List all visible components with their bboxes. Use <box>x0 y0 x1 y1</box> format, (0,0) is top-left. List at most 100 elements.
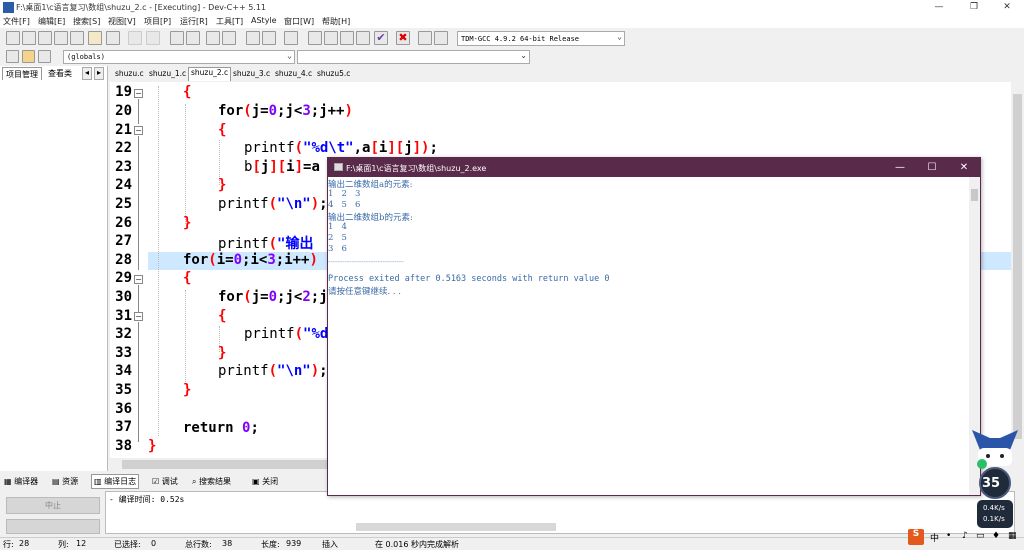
status-mode: 插入 <box>322 540 338 549</box>
search-icon: ⌕ <box>192 477 197 486</box>
open-project-icon[interactable] <box>22 50 35 63</box>
menu-run[interactable]: 运行[R] <box>180 16 208 27</box>
stop-button[interactable]: 中止 <box>6 497 100 514</box>
punctuation-icon[interactable]: • <box>946 531 951 541</box>
tab-close[interactable]: ▣ 关闭 <box>252 476 278 487</box>
tab-resources[interactable]: ▤ 资源 <box>52 476 78 487</box>
menu-edit[interactable]: 编辑[E] <box>38 16 65 27</box>
compile-time-text: - 编译时间: 0.52s <box>109 495 185 504</box>
open-file-icon[interactable] <box>22 31 36 45</box>
function-select[interactable]: ⌄ <box>297 50 530 64</box>
editor-vertical-scrollbar[interactable] <box>1011 82 1024 458</box>
line-number: 21 <box>115 122 132 138</box>
tab-file[interactable]: shuzu_1.c <box>147 69 188 81</box>
tab-class-view[interactable]: 查看类 <box>45 67 75 80</box>
goto-icon[interactable] <box>206 31 220 45</box>
redo-icon[interactable] <box>146 31 160 45</box>
fold-marker-icon[interactable]: − <box>134 275 143 284</box>
close-file-icon[interactable] <box>70 31 84 45</box>
tab-project-manager[interactable]: 项目管理 <box>2 67 42 80</box>
keyboard-icon[interactable]: ▭ <box>976 531 985 541</box>
replace-icon[interactable] <box>186 31 200 45</box>
compiler-select[interactable]: TDM-GCC 4.9.2 64-bit Release ⌄ <box>457 31 625 46</box>
tab-file[interactable]: shuzu.c <box>113 69 146 81</box>
console-maximize-button[interactable]: ☐ <box>916 159 948 176</box>
secondary-log-button[interactable] <box>6 519 100 534</box>
globals-select[interactable]: (globals) ⌄ <box>63 50 295 64</box>
tab-scroll-left-icon[interactable]: ◂ <box>82 67 93 80</box>
close-all-icon[interactable] <box>88 31 102 45</box>
sogou-ime-icon[interactable]: S <box>908 529 924 545</box>
menu-view[interactable]: 视图[V] <box>108 16 136 27</box>
tab-file[interactable]: shuzu_4.c <box>273 69 314 81</box>
project-options-icon[interactable] <box>38 50 51 63</box>
menu-tools[interactable]: 工具[T] <box>216 16 243 27</box>
project-panel: 项目管理 查看类 ◂ ▸ <box>0 66 108 471</box>
tab-scroll-right-icon[interactable]: ▸ <box>94 67 105 80</box>
menu-search[interactable]: 搜索[S] <box>73 16 100 27</box>
toggle-comment-icon[interactable] <box>284 31 298 45</box>
window-title: F:\桌面1\c语言复习\数组\shuzu_2.c - [Executing] … <box>16 3 267 12</box>
console-line: 请按任意键继续. . . <box>328 287 402 297</box>
tab-search-results[interactable]: ⌕ 搜索结果 <box>192 476 231 487</box>
menu-file[interactable]: 文件[F] <box>3 16 30 27</box>
scroll-thumb[interactable] <box>1013 94 1022 439</box>
menu-help[interactable]: 帮助[H] <box>322 16 350 27</box>
console-window[interactable]: F:\桌面1\c语言复习\数组\shuzu_2.exe — ☐ ✕ 输出二维数组… <box>327 157 981 496</box>
minimize-button[interactable]: — <box>922 0 956 15</box>
undo-icon[interactable] <box>128 31 142 45</box>
chevron-down-icon: ⌄ <box>287 51 292 60</box>
unindent-icon[interactable] <box>262 31 276 45</box>
code-line: printf("%d\t",a[i][j]); <box>244 140 438 156</box>
rebuild-icon[interactable] <box>356 31 370 45</box>
menu-astyle[interactable]: AStyle <box>251 16 277 25</box>
run-icon[interactable] <box>324 31 338 45</box>
mic-icon[interactable]: ♪ <box>962 531 968 541</box>
ime-mode-icon[interactable]: 中 <box>930 531 939 544</box>
log-scroll-thumb[interactable] <box>356 523 556 531</box>
tab-file[interactable]: shuzu5.c <box>315 69 352 81</box>
new-project-icon[interactable] <box>6 50 19 63</box>
fold-marker-icon[interactable]: − <box>134 89 143 98</box>
fold-marker-icon[interactable]: − <box>134 312 143 321</box>
compile-icon[interactable] <box>308 31 322 45</box>
console-title: F:\桌面1\c语言复习\数组\shuzu_2.exe <box>346 164 487 173</box>
save-icon[interactable] <box>38 31 52 45</box>
check-icon: ☑ <box>152 477 160 486</box>
indent-icon[interactable] <box>246 31 260 45</box>
code-line: } <box>218 177 227 193</box>
fold-marker-icon[interactable]: − <box>134 126 143 135</box>
tab-file[interactable]: shuzu_3.c <box>231 69 272 81</box>
console-minimize-button[interactable]: — <box>884 159 916 176</box>
code-line: } <box>218 345 227 361</box>
close-window-button[interactable]: ✕ <box>990 0 1024 15</box>
console-scroll-thumb[interactable] <box>971 189 978 201</box>
find-icon[interactable] <box>170 31 184 45</box>
line-number: 29 <box>115 270 132 286</box>
profile-icon[interactable] <box>418 31 432 45</box>
tab-debug[interactable]: ☑ 调试 <box>152 476 178 487</box>
save-all-icon[interactable] <box>54 31 68 45</box>
maximize-button[interactable]: ❐ <box>957 0 991 15</box>
network-gadget[interactable]: 35 0.4K/s 0.1K/s <box>970 428 1020 534</box>
stop-execution-icon[interactable]: ✖ <box>396 31 410 45</box>
console-title-bar[interactable]: F:\桌面1\c语言复习\数组\shuzu_2.exe — ☐ ✕ <box>328 158 980 177</box>
compile-run-icon[interactable] <box>340 31 354 45</box>
debug-icon[interactable] <box>434 31 448 45</box>
tab-compiler[interactable]: ▦ 编译器 <box>4 476 38 487</box>
line-number: 32 <box>115 326 132 342</box>
print-icon[interactable] <box>106 31 120 45</box>
console-app-icon <box>334 163 343 171</box>
new-file-icon[interactable] <box>6 31 20 45</box>
syntax-check-icon[interactable]: ✔ <box>374 31 388 45</box>
tab-file-active[interactable]: shuzu_2.c <box>188 67 232 81</box>
tools-icon[interactable]: ▦ <box>1008 531 1017 541</box>
status-total: 38 <box>222 539 233 548</box>
menu-project[interactable]: 项目[P] <box>144 16 171 27</box>
skin-icon[interactable]: ♦ <box>992 531 1000 541</box>
tab-compile-log[interactable]: ▥ 编译日志 <box>91 474 140 489</box>
line-number-gutter: 19 20 21 22 23 24 25 26 27 28 29 30 31 3… <box>110 82 143 458</box>
menu-window[interactable]: 窗口[W] <box>284 16 314 27</box>
console-close-button[interactable]: ✕ <box>948 159 980 176</box>
bookmark-icon[interactable] <box>222 31 236 45</box>
